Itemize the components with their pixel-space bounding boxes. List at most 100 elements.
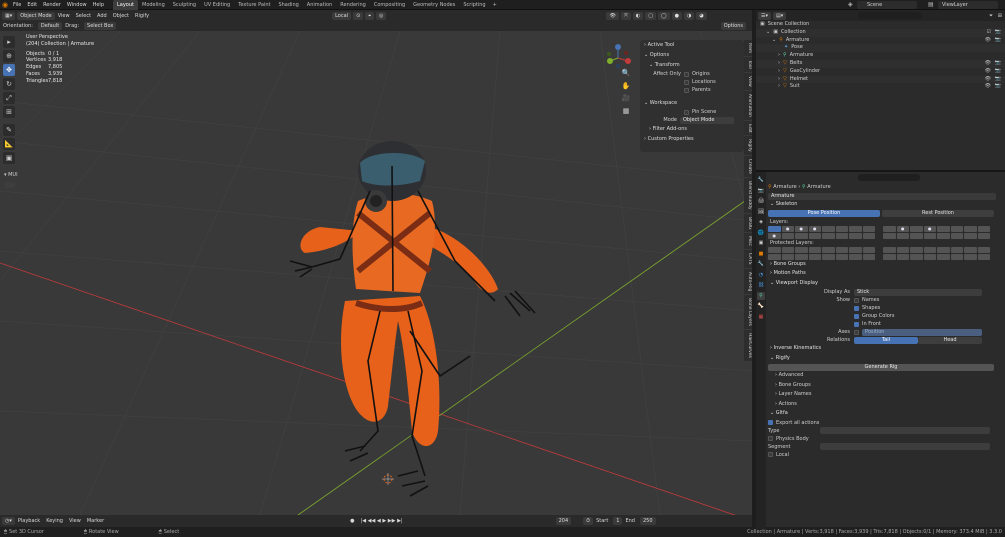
new-collection-icon[interactable]: ⊞ bbox=[998, 13, 1002, 19]
export-all-actions-checkbox[interactable] bbox=[768, 420, 773, 425]
zoom-icon[interactable]: 🔍 bbox=[621, 68, 631, 78]
sidebar-tab[interactable]: Auto-Rig bbox=[744, 268, 752, 294]
snap-icon[interactable]: ⌖ bbox=[365, 11, 375, 20]
annotate-icon[interactable]: ✎ bbox=[3, 124, 15, 136]
timeline-editor-type-icon[interactable]: ◷▾ bbox=[2, 517, 15, 525]
mui-button[interactable] bbox=[5, 182, 15, 188]
bone-tab-icon[interactable]: 🦴 bbox=[757, 302, 765, 310]
output-tab-icon[interactable]: 🖨 bbox=[757, 197, 765, 205]
menu-view[interactable]: View bbox=[55, 13, 73, 19]
menu-keying[interactable]: Keying bbox=[43, 518, 66, 524]
names-checkbox[interactable] bbox=[854, 297, 859, 303]
proportional-edit-icon[interactable]: ◎ bbox=[376, 11, 387, 20]
pivot-icon[interactable]: ⊙ bbox=[353, 11, 364, 20]
active-tool-section[interactable]: › Active Tool bbox=[640, 40, 744, 50]
in-front-checkbox[interactable] bbox=[854, 321, 859, 327]
mode-selector[interactable]: Object Mode bbox=[17, 11, 55, 20]
locations-checkbox[interactable] bbox=[684, 79, 689, 85]
outliner-item[interactable]: › ⚲ Armature bbox=[756, 52, 1005, 60]
move-icon[interactable]: ✥ bbox=[3, 64, 15, 76]
view-layer-tab-icon[interactable]: 🖼 bbox=[757, 208, 765, 216]
filter-addons-section[interactable]: › Filter Add-ons bbox=[640, 124, 744, 134]
outliner-scene-collection[interactable]: ▣ Scene Collection bbox=[756, 21, 1005, 29]
collection-tab-icon[interactable]: ▣ bbox=[757, 239, 765, 247]
outliner-item[interactable]: › ▽ GasCylinder 👁 📷 bbox=[756, 68, 1005, 76]
menu-help[interactable]: Help bbox=[90, 2, 107, 8]
menu-window[interactable]: Window bbox=[64, 2, 90, 8]
sidebar-tab[interactable]: BKBG bbox=[744, 213, 752, 233]
transform-icon[interactable]: ⊞ bbox=[3, 106, 15, 118]
motion-paths-panel[interactable]: › Motion Paths bbox=[768, 269, 1005, 279]
modifiers-tab-icon[interactable]: 🔧 bbox=[757, 260, 765, 268]
custom-properties-section[interactable]: › Custom Properties bbox=[640, 134, 744, 144]
rigify-panel[interactable]: ⌄ Rigify bbox=[768, 354, 1005, 364]
constraints-tab-icon[interactable]: ⛓ bbox=[757, 281, 765, 289]
blender-logo-icon[interactable]: ◉ bbox=[0, 0, 10, 10]
rotate-icon[interactable]: ↻ bbox=[3, 78, 15, 90]
preview-range-icon[interactable]: ⏱ bbox=[583, 517, 594, 525]
menu-view-timeline[interactable]: View bbox=[66, 518, 84, 524]
menu-marker[interactable]: Marker bbox=[84, 518, 107, 524]
playback-controls[interactable]: |◀ ◀◀ ◀ ▶ ▶▶ ▶| bbox=[358, 518, 406, 524]
sidebar-tab[interactable]: Edit bbox=[744, 120, 752, 136]
tab-layout[interactable]: Layout bbox=[113, 0, 138, 10]
shading-rendered-icon[interactable]: ◕ bbox=[696, 11, 707, 20]
rigify-bone-groups-subpanel[interactable]: › Bone Groups bbox=[768, 381, 1005, 391]
transform-subsection[interactable]: ⌄ Transform bbox=[640, 60, 744, 70]
drag-selector[interactable]: Select Box bbox=[84, 22, 117, 30]
sidebar-tab[interactable]: Blend Buddy bbox=[744, 177, 752, 213]
object-tab-icon[interactable]: ■ bbox=[757, 250, 765, 258]
menu-render[interactable]: Render bbox=[40, 2, 64, 8]
type-selector[interactable] bbox=[820, 427, 990, 434]
scene-selector[interactable]: Scene bbox=[857, 1, 917, 9]
shading-material-icon[interactable]: ◑ bbox=[683, 11, 695, 20]
shading-wire-icon[interactable]: ◯ bbox=[657, 11, 670, 20]
view-layer-selector[interactable]: ViewLayer bbox=[938, 1, 998, 9]
texture-tab-icon[interactable]: ▦ bbox=[757, 313, 765, 321]
orientation-selector[interactable]: Default bbox=[37, 22, 63, 30]
outliner-item[interactable]: ⌄ ⚲ Armature 👁 📷 bbox=[756, 37, 1005, 45]
outliner-item[interactable]: › ▽ Suit 👁 📷 bbox=[756, 83, 1005, 91]
sidebar-tab[interactable]: HairCurves bbox=[744, 329, 752, 361]
axes-position-slider[interactable]: Position bbox=[862, 328, 982, 336]
scene-tab-icon[interactable]: ◈ bbox=[757, 218, 765, 226]
display-as-selector[interactable]: Stick bbox=[854, 288, 982, 296]
mui-panel-label[interactable]: ▾ MUI bbox=[4, 172, 18, 178]
measure-icon[interactable]: 📐 bbox=[3, 138, 15, 150]
bone-groups-panel[interactable]: › Bone Groups bbox=[768, 260, 1005, 270]
transform-orientation-selector[interactable]: Local bbox=[332, 11, 352, 20]
outliner-editor-type-icon[interactable]: ☰▾ bbox=[758, 11, 771, 20]
display-mode-icon[interactable]: ▤▾ bbox=[773, 11, 787, 20]
generate-rig-button[interactable]: Generate Rig bbox=[768, 363, 994, 371]
options-section[interactable]: ⌄ Options bbox=[640, 50, 744, 60]
sidebar-tab[interactable]: View bbox=[744, 73, 752, 90]
menu-add[interactable]: Add bbox=[94, 13, 110, 19]
protected-layers-grid[interactable] bbox=[768, 246, 1005, 253]
menu-object[interactable]: Object bbox=[110, 13, 132, 19]
tab-geometry-nodes[interactable]: Geometry Nodes bbox=[409, 0, 459, 10]
rigify-advanced-subpanel[interactable]: › Advanced bbox=[768, 371, 1005, 381]
viewport-display-panel[interactable]: ⌄ Viewport Display bbox=[768, 279, 1005, 289]
sidebar-tab[interactable]: Animation bbox=[744, 90, 752, 120]
tab-scripting[interactable]: Scripting bbox=[459, 0, 489, 10]
record-icon[interactable]: ● bbox=[347, 518, 357, 524]
relations-head-button[interactable]: Head bbox=[918, 336, 982, 344]
tab-compositing[interactable]: Compositing bbox=[370, 0, 409, 10]
rest-position-button[interactable]: Rest Position bbox=[882, 210, 994, 217]
outliner-item[interactable]: ⌄ ▣ Collection ☑ 📷 bbox=[756, 28, 1005, 37]
layers-grid[interactable]: ● ● ● ● ● bbox=[768, 225, 1005, 232]
local-checkbox[interactable] bbox=[768, 452, 773, 457]
menu-playback[interactable]: Playback bbox=[15, 518, 43, 524]
start-frame-field[interactable]: 1 bbox=[613, 517, 623, 525]
world-tab-icon[interactable]: 🌐 bbox=[757, 229, 765, 237]
pan-hand-icon[interactable]: ✋ bbox=[621, 81, 631, 91]
sidebar-tab[interactable]: CATS bbox=[744, 250, 752, 268]
cursor-select-icon[interactable]: ▸ bbox=[3, 36, 15, 48]
gizmo-toggle-icon[interactable]: ⤧ bbox=[620, 11, 631, 20]
perspective-grid-icon[interactable]: ▦ bbox=[621, 106, 631, 116]
parents-checkbox[interactable] bbox=[684, 87, 689, 93]
render-tab-icon[interactable]: 📷 bbox=[757, 187, 765, 195]
menu-select[interactable]: Select bbox=[73, 13, 94, 19]
group-colors-checkbox[interactable] bbox=[854, 313, 859, 319]
armature-data-tab-icon[interactable]: ⚲ bbox=[757, 291, 765, 300]
